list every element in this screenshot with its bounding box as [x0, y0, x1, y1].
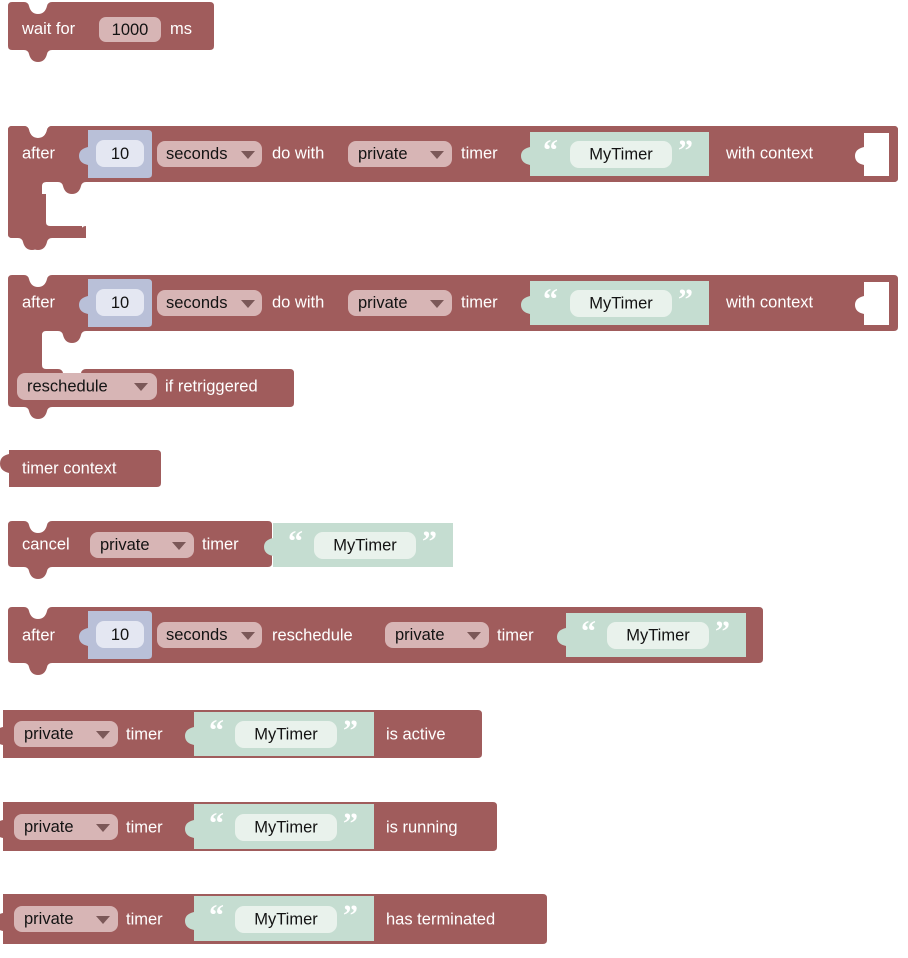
private-dropdown-value: private: [358, 294, 408, 312]
number-block-10[interactable]: 10: [79, 130, 152, 178]
after-do-with-timer-reschedule-block[interactable]: after 10 seconds do with private timer “…: [8, 275, 898, 419]
seconds-dropdown[interactable]: seconds: [157, 141, 262, 167]
ms-unit-label: ms: [170, 20, 192, 38]
block-workspace: wait for 1000 ms after 10 seconds do wit…: [0, 2, 898, 944]
number-block-10-value: 10: [111, 626, 129, 644]
open-quote-icon: “: [543, 134, 558, 167]
open-quote-icon: “: [209, 899, 224, 932]
private-dropdown-value: private: [24, 818, 74, 836]
number-block-10[interactable]: 10: [79, 279, 152, 327]
ms-number-value: 1000: [112, 21, 149, 39]
text-block-mytimer-value: MyTimer: [626, 626, 690, 644]
text-block-mytimer-value: MyTimer: [589, 145, 653, 163]
open-quote-icon: “: [288, 525, 303, 558]
timer-label: timer: [497, 626, 534, 644]
private-dropdown[interactable]: private: [90, 532, 194, 558]
with-context-label: with context: [725, 144, 814, 162]
close-quote-icon: ”: [715, 615, 730, 648]
ms-number-field[interactable]: 1000: [99, 17, 161, 42]
has-terminated-label: has terminated: [386, 910, 495, 928]
text-block-mytimer-value: MyTimer: [254, 818, 318, 836]
wait-for-block[interactable]: wait for 1000 ms: [8, 2, 214, 62]
private-dropdown[interactable]: private: [385, 622, 489, 648]
number-block-10-value: 10: [111, 294, 129, 312]
open-quote-icon: “: [581, 615, 596, 648]
cancel-label: cancel: [22, 535, 70, 553]
open-quote-icon: “: [209, 714, 224, 747]
cancel-timer-block[interactable]: cancel private timer “ MyTimer ”: [8, 521, 453, 579]
seconds-dropdown-value: seconds: [166, 145, 227, 163]
timer-is-active-block[interactable]: private timer “ MyTimer ” is active: [0, 710, 482, 758]
close-quote-icon: ”: [343, 807, 358, 840]
after-do-with-timer-block[interactable]: after 10 seconds do with private timer “…: [8, 126, 898, 250]
private-dropdown[interactable]: private: [348, 141, 452, 167]
timer-label: timer: [461, 293, 498, 311]
text-block-mytimer[interactable]: “ MyTimer ”: [185, 712, 374, 756]
timer-context-label: timer context: [22, 459, 117, 477]
timer-context-block[interactable]: timer context: [0, 450, 161, 487]
private-dropdown-value: private: [358, 145, 408, 163]
close-quote-icon: ”: [343, 714, 358, 747]
reschedule-dropdown[interactable]: reschedule: [17, 373, 157, 400]
close-quote-icon: ”: [678, 283, 693, 316]
text-block-mytimer[interactable]: “ MyTimer ”: [557, 613, 746, 657]
reschedule-dropdown-value: reschedule: [27, 377, 108, 395]
do-with-label: do with: [272, 144, 324, 162]
number-block-10[interactable]: 10: [79, 611, 152, 659]
private-dropdown-value: private: [24, 910, 74, 928]
is-active-label: is active: [386, 725, 446, 743]
if-retriggered-label: if retriggered: [165, 377, 258, 395]
text-block-mytimer[interactable]: “ MyTimer ”: [521, 132, 709, 176]
private-dropdown-value: private: [100, 536, 150, 554]
close-quote-icon: ”: [678, 134, 693, 167]
text-block-mytimer-value: MyTimer: [333, 536, 397, 554]
text-block-mytimer-value: MyTimer: [254, 910, 318, 928]
text-block-mytimer-value: MyTimer: [589, 294, 653, 312]
private-dropdown[interactable]: private: [348, 290, 452, 316]
timer-label: timer: [461, 144, 498, 162]
private-dropdown[interactable]: private: [14, 814, 118, 840]
text-block-mytimer[interactable]: “ MyTimer ”: [521, 281, 709, 325]
seconds-dropdown-value: seconds: [166, 626, 227, 644]
text-block-mytimer-value: MyTimer: [254, 725, 318, 743]
is-running-label: is running: [386, 818, 458, 836]
timer-label: timer: [126, 910, 163, 928]
private-dropdown[interactable]: private: [14, 721, 118, 747]
seconds-dropdown[interactable]: seconds: [157, 290, 262, 316]
seconds-dropdown[interactable]: seconds: [157, 622, 262, 648]
open-quote-icon: “: [209, 807, 224, 840]
private-dropdown-value: private: [395, 626, 445, 644]
after-label: after: [22, 144, 56, 162]
text-block-mytimer[interactable]: “ MyTimer ”: [185, 804, 374, 849]
close-quote-icon: ”: [422, 525, 437, 558]
number-block-10-value: 10: [111, 145, 129, 163]
with-context-label: with context: [725, 293, 814, 311]
timer-has-terminated-block[interactable]: private timer “ MyTimer ” has terminated: [0, 894, 547, 944]
open-quote-icon: “: [543, 283, 558, 316]
do-with-label: do with: [272, 293, 324, 311]
timer-label: timer: [126, 818, 163, 836]
text-block-mytimer[interactable]: “ MyTimer ”: [185, 896, 374, 941]
timer-is-running-block[interactable]: private timer “ MyTimer ” is running: [0, 802, 497, 851]
after-label: after: [22, 293, 56, 311]
timer-label: timer: [202, 535, 239, 553]
reschedule-label: reschedule: [272, 626, 353, 644]
after-reschedule-timer-block[interactable]: after 10 seconds reschedule private time…: [8, 607, 763, 675]
private-dropdown-value: private: [24, 725, 74, 743]
after-label: after: [22, 626, 56, 644]
close-quote-icon: ”: [343, 899, 358, 932]
wait-for-label: wait for: [21, 20, 76, 38]
timer-label: timer: [126, 725, 163, 743]
text-block-mytimer[interactable]: “ MyTimer ”: [264, 523, 453, 567]
private-dropdown[interactable]: private: [14, 906, 118, 932]
seconds-dropdown-value: seconds: [166, 294, 227, 312]
